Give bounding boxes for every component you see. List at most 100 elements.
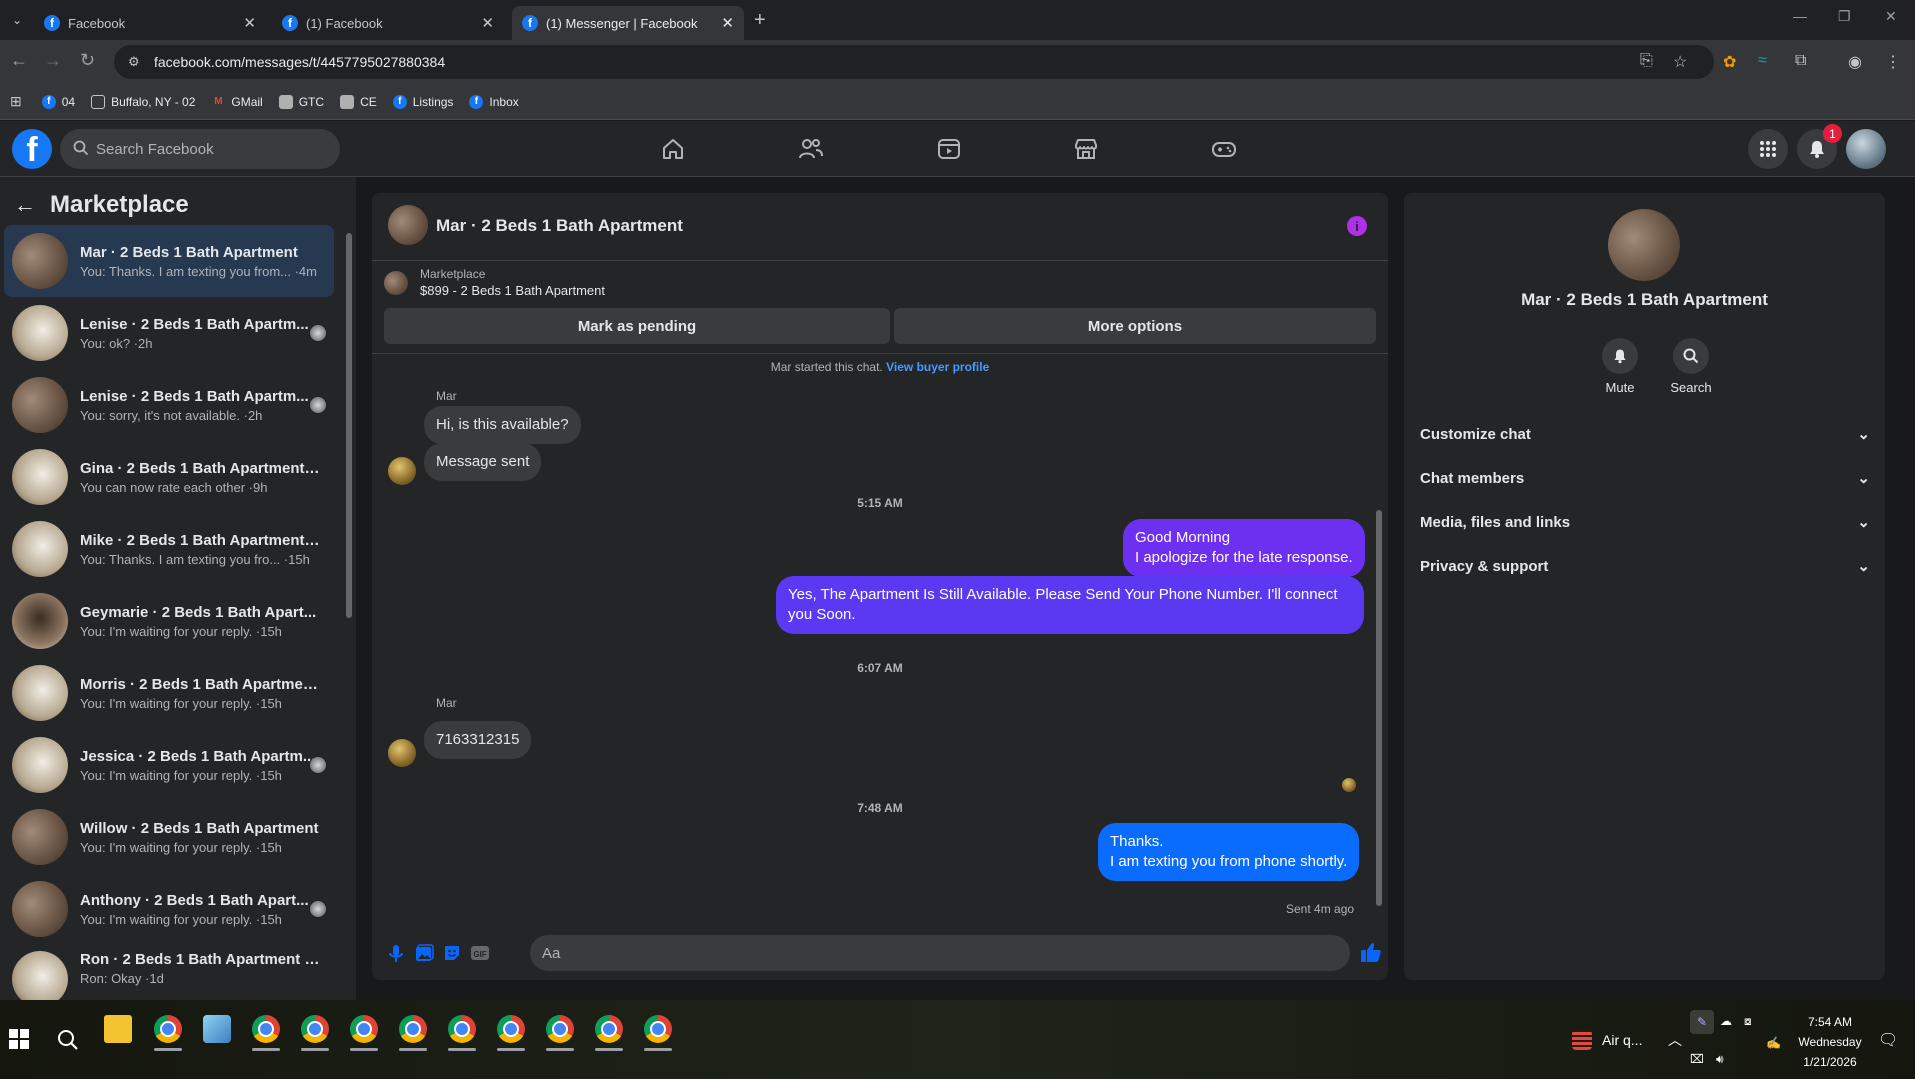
mark-as-pending-button[interactable]: Mark as pending: [384, 308, 890, 344]
conversation-item[interactable]: Morris · 2 Beds 1 Bath Apartmen... You: I…: [4, 657, 334, 729]
video-icon[interactable]: [935, 135, 963, 163]
friends-icon[interactable]: [797, 135, 825, 163]
microphone-icon[interactable]: [386, 943, 406, 963]
gif-icon[interactable]: GIF: [470, 943, 490, 963]
more-options-button[interactable]: More options: [894, 308, 1376, 344]
restore-icon[interactable]: ❐: [1838, 8, 1851, 25]
file-explorer-icon[interactable]: [104, 1015, 132, 1043]
view-buyer-profile-link[interactable]: View buyer profile: [886, 360, 989, 374]
conversation-item[interactable]: Ron · 2 Beds 1 Bath Apartment f... Ron: O…: [4, 945, 334, 1003]
notification-center-icon[interactable]: 🗨︎: [1878, 1030, 1898, 1050]
bookmark-04[interactable]: f 04: [41, 94, 75, 109]
bookmark-ce[interactable]: CE: [340, 94, 377, 109]
marketplace-icon[interactable]: [1072, 135, 1100, 163]
minimize-icon[interactable]: —: [1793, 8, 1807, 24]
listing-info[interactable]: Marketplace $899 - 2 Beds 1 Bath Apartme…: [384, 267, 605, 298]
sender-avatar[interactable]: [388, 739, 416, 767]
customize-chat-section[interactable]: Customize chat ⌄: [1420, 414, 1870, 454]
conversation-item[interactable]: Gina · 2 Beds 1 Bath Apartment f... You c…: [4, 441, 334, 513]
extensions-puzzle-icon[interactable]: ⧉: [1795, 52, 1806, 70]
mute-button[interactable]: Mute: [1584, 338, 1656, 395]
outgoing-message[interactable]: Thanks. I am texting you from phone shor…: [1098, 823, 1360, 881]
sticker-icon[interactable]: [442, 943, 462, 963]
bookmark-buffalo[interactable]: Buffalo, NY - 02: [91, 94, 195, 109]
search-input[interactable]: Search Facebook: [60, 129, 340, 169]
chrome-icon[interactable]: [644, 1015, 672, 1043]
search-conversation-button[interactable]: Search: [1655, 338, 1727, 395]
pen-icon[interactable]: ✎: [1690, 1010, 1714, 1034]
reload-icon[interactable]: ↻: [80, 50, 95, 71]
chrome-icon[interactable]: [546, 1015, 574, 1043]
chrome-icon[interactable]: [448, 1015, 476, 1043]
conversation-scrollbar[interactable]: [345, 215, 353, 980]
extension-icon[interactable]: ≈: [1758, 52, 1767, 70]
onedrive-icon[interactable]: ☁: [1720, 1014, 1732, 1028]
incoming-message[interactable]: Hi, is this available?: [424, 406, 581, 444]
account-avatar[interactable]: [1846, 129, 1886, 169]
conversation-item[interactable]: Mar · 2 Beds 1 Bath Apartment You: Thanks…: [4, 225, 334, 297]
outgoing-message[interactable]: Yes, The Apartment Is Still Available. P…: [776, 576, 1364, 634]
chrome-icon[interactable]: [252, 1015, 280, 1043]
conversation-item[interactable]: Geymarie · 2 Beds 1 Bath Apart... You: I'…: [4, 585, 334, 657]
windows-start-icon[interactable]: [8, 1028, 30, 1050]
chat-members-section[interactable]: Chat members ⌄: [1420, 458, 1870, 498]
network-icon[interactable]: ⌧: [1690, 1052, 1704, 1066]
meet-icon[interactable]: ⧇: [1744, 1014, 1752, 1029]
menu-kebab-icon[interactable]: ⋮: [1885, 52, 1901, 72]
info-icon[interactable]: i: [1347, 216, 1367, 236]
address-bar[interactable]: ⚙ facebook.com/messages/t/44577950278803…: [114, 45, 1714, 79]
conversation-item[interactable]: Anthony · 2 Beds 1 Bath Apart... You: I'm…: [4, 873, 334, 945]
site-info-icon[interactable]: ⚙: [128, 54, 140, 70]
apps-grid-icon[interactable]: ⊞: [10, 93, 22, 110]
chrome-icon[interactable]: [154, 1015, 182, 1043]
chrome-icon[interactable]: [595, 1015, 623, 1043]
media-files-links-section[interactable]: Media, files and links ⌄: [1420, 502, 1870, 542]
chat-avatar[interactable]: [388, 205, 428, 245]
close-window-icon[interactable]: ✕: [1885, 8, 1897, 25]
chrome-icon[interactable]: [350, 1015, 378, 1043]
message-scrollbar[interactable]: [1374, 354, 1384, 924]
chrome-icon[interactable]: [301, 1015, 329, 1043]
clock[interactable]: 7:54 AM Wednesday 1/21/2026: [1798, 1012, 1862, 1072]
extension-cookie-icon[interactable]: ✿: [1723, 52, 1736, 72]
menu-grid-icon[interactable]: [1748, 129, 1788, 169]
bookmark-gtc[interactable]: GTC: [278, 94, 324, 109]
sender-avatar[interactable]: [388, 457, 416, 485]
thumbs-up-icon[interactable]: [1359, 940, 1383, 964]
outgoing-message[interactable]: Good Morning I apologize for the late re…: [1123, 519, 1365, 577]
install-app-icon[interactable]: ⎘: [1640, 52, 1653, 70]
bookmark-star-icon[interactable]: ☆: [1673, 52, 1687, 72]
conversation-item[interactable]: Jessica · 2 Beds 1 Bath Apartm... You: I'…: [4, 729, 334, 801]
conversation-item[interactable]: Lenise · 2 Beds 1 Bath Apartm... You: sor…: [4, 369, 334, 441]
close-icon[interactable]: ✕: [481, 14, 494, 32]
show-hidden-icons[interactable]: ︿: [1668, 1030, 1682, 1050]
gaming-icon[interactable]: [1210, 135, 1238, 163]
weather-widget[interactable]: Air q...: [1572, 1030, 1642, 1050]
chrome-icon[interactable]: [497, 1015, 525, 1043]
browser-tab-2[interactable]: f (1) Facebook ✕: [272, 6, 504, 40]
home-icon[interactable]: [659, 135, 687, 163]
conversation-item[interactable]: Lenise · 2 Beds 1 Bath Apartm... You: ok?…: [4, 297, 334, 369]
bookmark-gmail[interactable]: M GMail: [211, 95, 263, 109]
privacy-support-section[interactable]: Privacy & support ⌄: [1420, 546, 1870, 586]
back-icon[interactable]: ←: [10, 50, 28, 71]
pen-menu-icon[interactable]: ✍: [1766, 1036, 1781, 1050]
incoming-message[interactable]: Message sent: [424, 443, 542, 481]
chat-title[interactable]: Mar · 2 Beds 1 Bath Apartment: [436, 216, 683, 236]
new-tab-icon[interactable]: +: [754, 9, 766, 32]
app-icon[interactable]: [203, 1015, 231, 1043]
back-arrow-icon[interactable]: ←: [14, 192, 36, 218]
facebook-logo-icon[interactable]: f: [12, 129, 52, 169]
close-icon[interactable]: ✕: [243, 14, 256, 32]
contact-avatar[interactable]: [1608, 209, 1680, 281]
chrome-icon[interactable]: [399, 1015, 427, 1043]
photo-icon[interactable]: [414, 943, 434, 963]
search-icon[interactable]: [56, 1028, 84, 1056]
profile-icon[interactable]: ◉: [1848, 52, 1862, 72]
incoming-message[interactable]: 7163312315: [424, 721, 532, 759]
browser-tab-1[interactable]: f Facebook ✕: [34, 6, 266, 40]
browser-tab-3[interactable]: f (1) Messenger | Facebook ✕: [512, 6, 744, 40]
tab-search-icon[interactable]: ⌄: [6, 9, 28, 31]
conversation-item[interactable]: Willow · 2 Beds 1 Bath Apartment You: I'm…: [4, 801, 334, 873]
forward-icon[interactable]: →: [44, 50, 62, 71]
